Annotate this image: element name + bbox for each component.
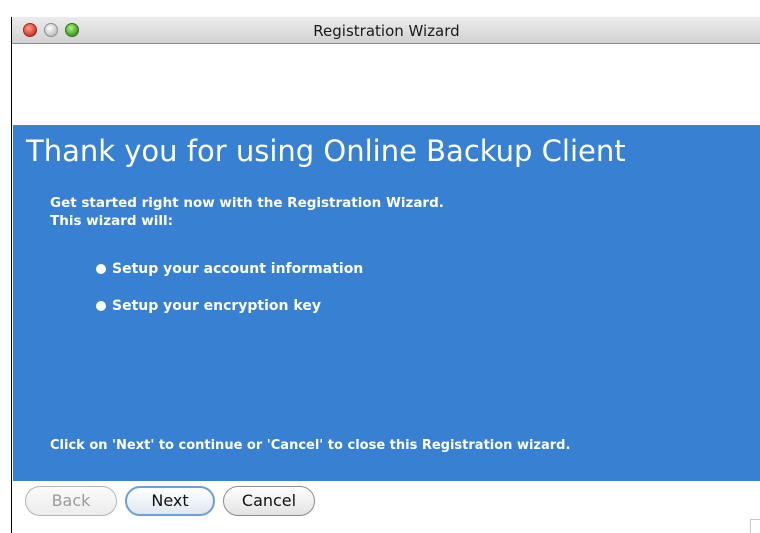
bullet-label: Setup your encryption key <box>112 298 321 314</box>
instructions-text: Click on 'Next' to continue or 'Cancel' … <box>50 438 571 453</box>
bullet-item-encryption: Setup your encryption key <box>96 298 321 314</box>
next-button[interactable]: Next <box>125 486 215 516</box>
title-bar[interactable]: Registration Wizard <box>12 17 760 44</box>
bullet-label: Setup your account information <box>112 261 364 277</box>
bullet-dot-icon <box>96 301 106 311</box>
welcome-panel: Thank you for using Online Backup Client… <box>13 125 760 481</box>
intro-line-2: This wizard will: <box>50 213 174 229</box>
intro-line-1: Get started right now with the Registrat… <box>50 195 444 211</box>
bullet-dot-icon <box>96 264 106 274</box>
registration-wizard-window: Registration Wizard Thank you for using … <box>11 17 760 533</box>
intro-text: Get started right now with the Registrat… <box>50 194 444 230</box>
bullet-item-account: Setup your account information <box>96 261 363 277</box>
welcome-heading: Thank you for using Online Backup Client <box>26 134 626 168</box>
cancel-button[interactable]: Cancel <box>223 486 315 516</box>
back-button[interactable]: Back <box>25 486 117 516</box>
window-title: Registration Wizard <box>313 22 460 40</box>
resize-handle[interactable] <box>750 519 760 533</box>
